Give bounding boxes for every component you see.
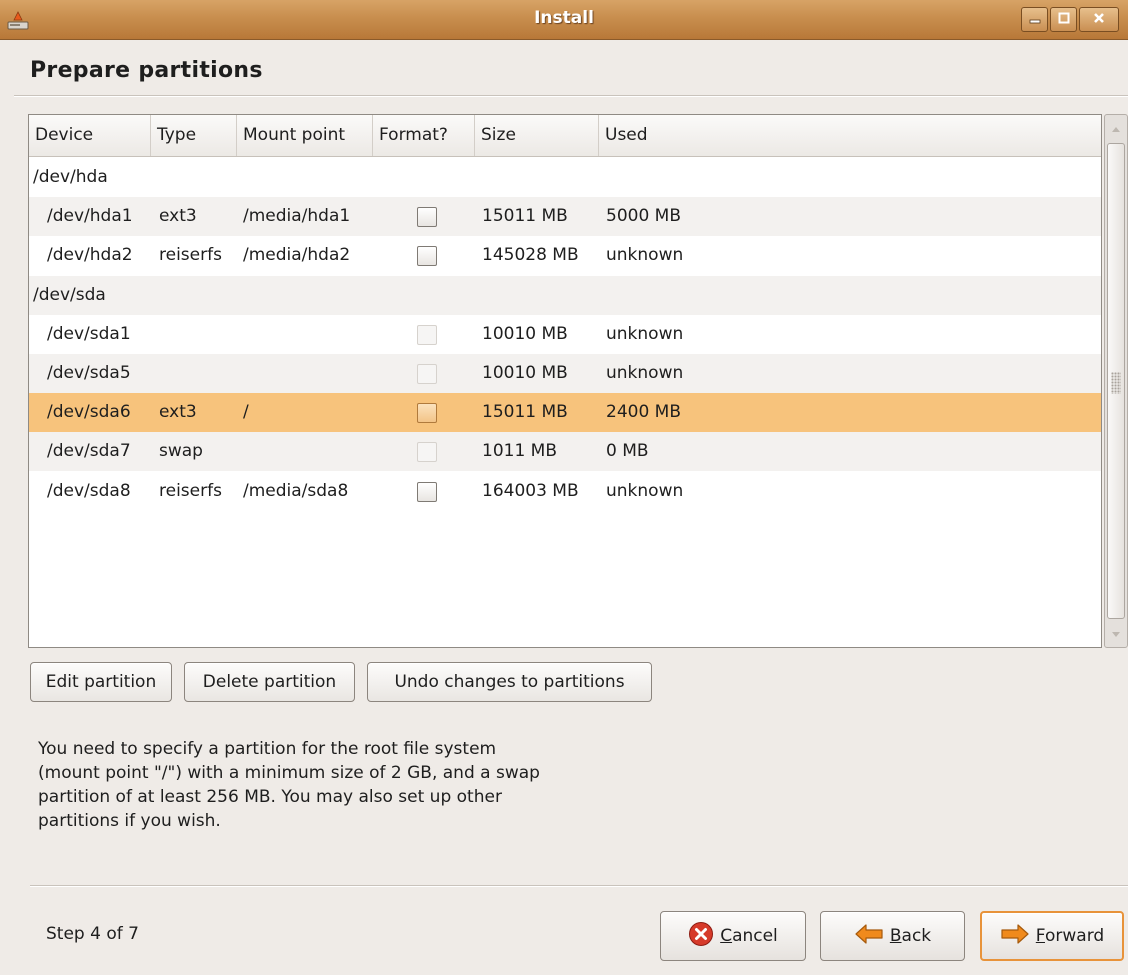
disk-row[interactable]: /dev/sda [29,275,1101,315]
maximize-button[interactable] [1050,7,1077,32]
header-separator [14,95,1128,97]
minimize-icon [1028,10,1042,30]
cell-size: 15011 MB [482,206,568,227]
column-header-type[interactable]: Type [151,115,237,156]
scrollbar-grip [1111,372,1121,394]
cell-device: /dev/sda [33,284,106,305]
cell-size: 10010 MB [482,363,568,383]
forward-button[interactable]: Forward [980,911,1124,961]
cell-used: unknown [606,363,684,383]
partition-row[interactable]: /dev/sda8 reiserfs/media/sda8 164003 MB unk… [29,472,1101,511]
column-header-device[interactable]: Device [29,115,151,156]
cell-device: /dev/sda1 [47,323,131,344]
cell-type: ext3 [159,206,197,227]
scroll-up-button[interactable] [1107,118,1125,138]
cell-type: ext3 [159,402,197,423]
chevron-up-icon [1111,118,1121,138]
cell-used: unknown [606,323,684,344]
minimize-button[interactable] [1021,7,1048,32]
cell-device: /dev/hda2 [47,245,133,266]
cell-used: unknown [606,480,684,501]
column-header-used[interactable]: Used [599,115,1101,156]
cell-used: 0 MB [606,441,649,462]
window-title: Install [534,8,594,28]
table-header: Device Type Mount point Format? Size Use… [29,115,1101,157]
partition-row[interactable]: /dev/sda5 10010 MB unknown [29,354,1101,393]
footer-separator [30,885,1128,887]
format-checkbox [417,324,437,345]
format-checkbox [417,442,437,463]
back-arrow-icon [854,923,884,950]
partition-row[interactable]: /dev/sda7 swap 1011 MB 0 MB [29,432,1101,472]
cell-size: 145028 MB [482,245,579,266]
format-checkbox [417,364,437,384]
cancel-icon [688,921,714,952]
format-checkbox[interactable] [417,403,437,424]
cell-size: 1011 MB [482,441,557,462]
cell-mount-point: /media/hda1 [243,206,351,227]
cell-used: unknown [606,245,684,266]
cell-mount-point: /media/sda8 [243,480,349,501]
column-header-mount-point[interactable]: Mount point [237,115,373,156]
scrollbar-thumb[interactable] [1107,143,1125,619]
window-titlebar[interactable]: Install [0,0,1128,40]
cell-used: 5000 MB [606,206,681,227]
forward-label: Forward [1035,926,1105,946]
partition-row[interactable]: /dev/sda6 ext3 / 15011 MB 2400 MB [29,393,1101,433]
partition-row[interactable]: /dev/hda2 reiserfs/media/hda2 145028 MB unk… [29,236,1101,275]
cell-used: 2400 MB [606,402,681,423]
cell-size: 164003 MB [482,480,579,501]
cell-device: /dev/hda1 [47,206,133,227]
page-title: Prepare partitions [30,58,263,83]
step-indicator: Step 4 of 7 [46,924,139,944]
cell-device: /dev/sda8 [47,480,131,501]
cell-size: 10010 MB [482,323,568,344]
chevron-down-icon [1111,624,1121,644]
info-message: You need to specify a partition for the … [38,739,540,831]
back-button[interactable]: Back [820,911,965,961]
partition-row[interactable]: /dev/hda1 ext3/media/hda1 15011 MB 5000 MB [29,197,1101,237]
cell-type: reiserfs [159,245,222,266]
scroll-down-button[interactable] [1107,624,1125,644]
cell-device: /dev/hda [33,167,108,187]
edit-partition-button[interactable]: Edit partition [30,662,172,702]
undo-changes-button[interactable]: Undo changes to partitions [367,662,652,702]
format-checkbox[interactable] [417,481,437,502]
vertical-scrollbar[interactable] [1104,114,1128,648]
delete-partition-button[interactable]: Delete partition [184,662,355,702]
format-checkbox[interactable] [417,207,437,228]
cell-device: /dev/sda5 [47,363,131,383]
cell-type: swap [159,441,203,462]
close-icon [1092,10,1106,30]
cell-mount-point: / [243,402,249,423]
column-header-format[interactable]: Format? [373,115,475,156]
disk-row[interactable]: /dev/hda [29,158,1101,197]
format-checkbox[interactable] [417,246,437,267]
cell-device: /dev/sda6 [47,402,131,423]
cancel-button[interactable]: Cancel [660,911,806,961]
maximize-icon [1057,10,1071,30]
close-button[interactable] [1079,7,1119,32]
partition-table[interactable]: Device Type Mount point Format? Size Use… [28,114,1102,648]
cell-device: /dev/sda7 [47,441,131,462]
cell-mount-point: /media/hda2 [243,245,351,266]
partition-row[interactable]: /dev/sda1 10010 MB unknown [29,315,1101,354]
cell-type: reiserfs [159,480,222,501]
cell-size: 15011 MB [482,402,568,423]
back-label: Back [889,926,932,946]
forward-arrow-icon [1000,923,1030,950]
column-header-size[interactable]: Size [475,115,599,156]
cancel-label: Cancel [720,926,778,946]
